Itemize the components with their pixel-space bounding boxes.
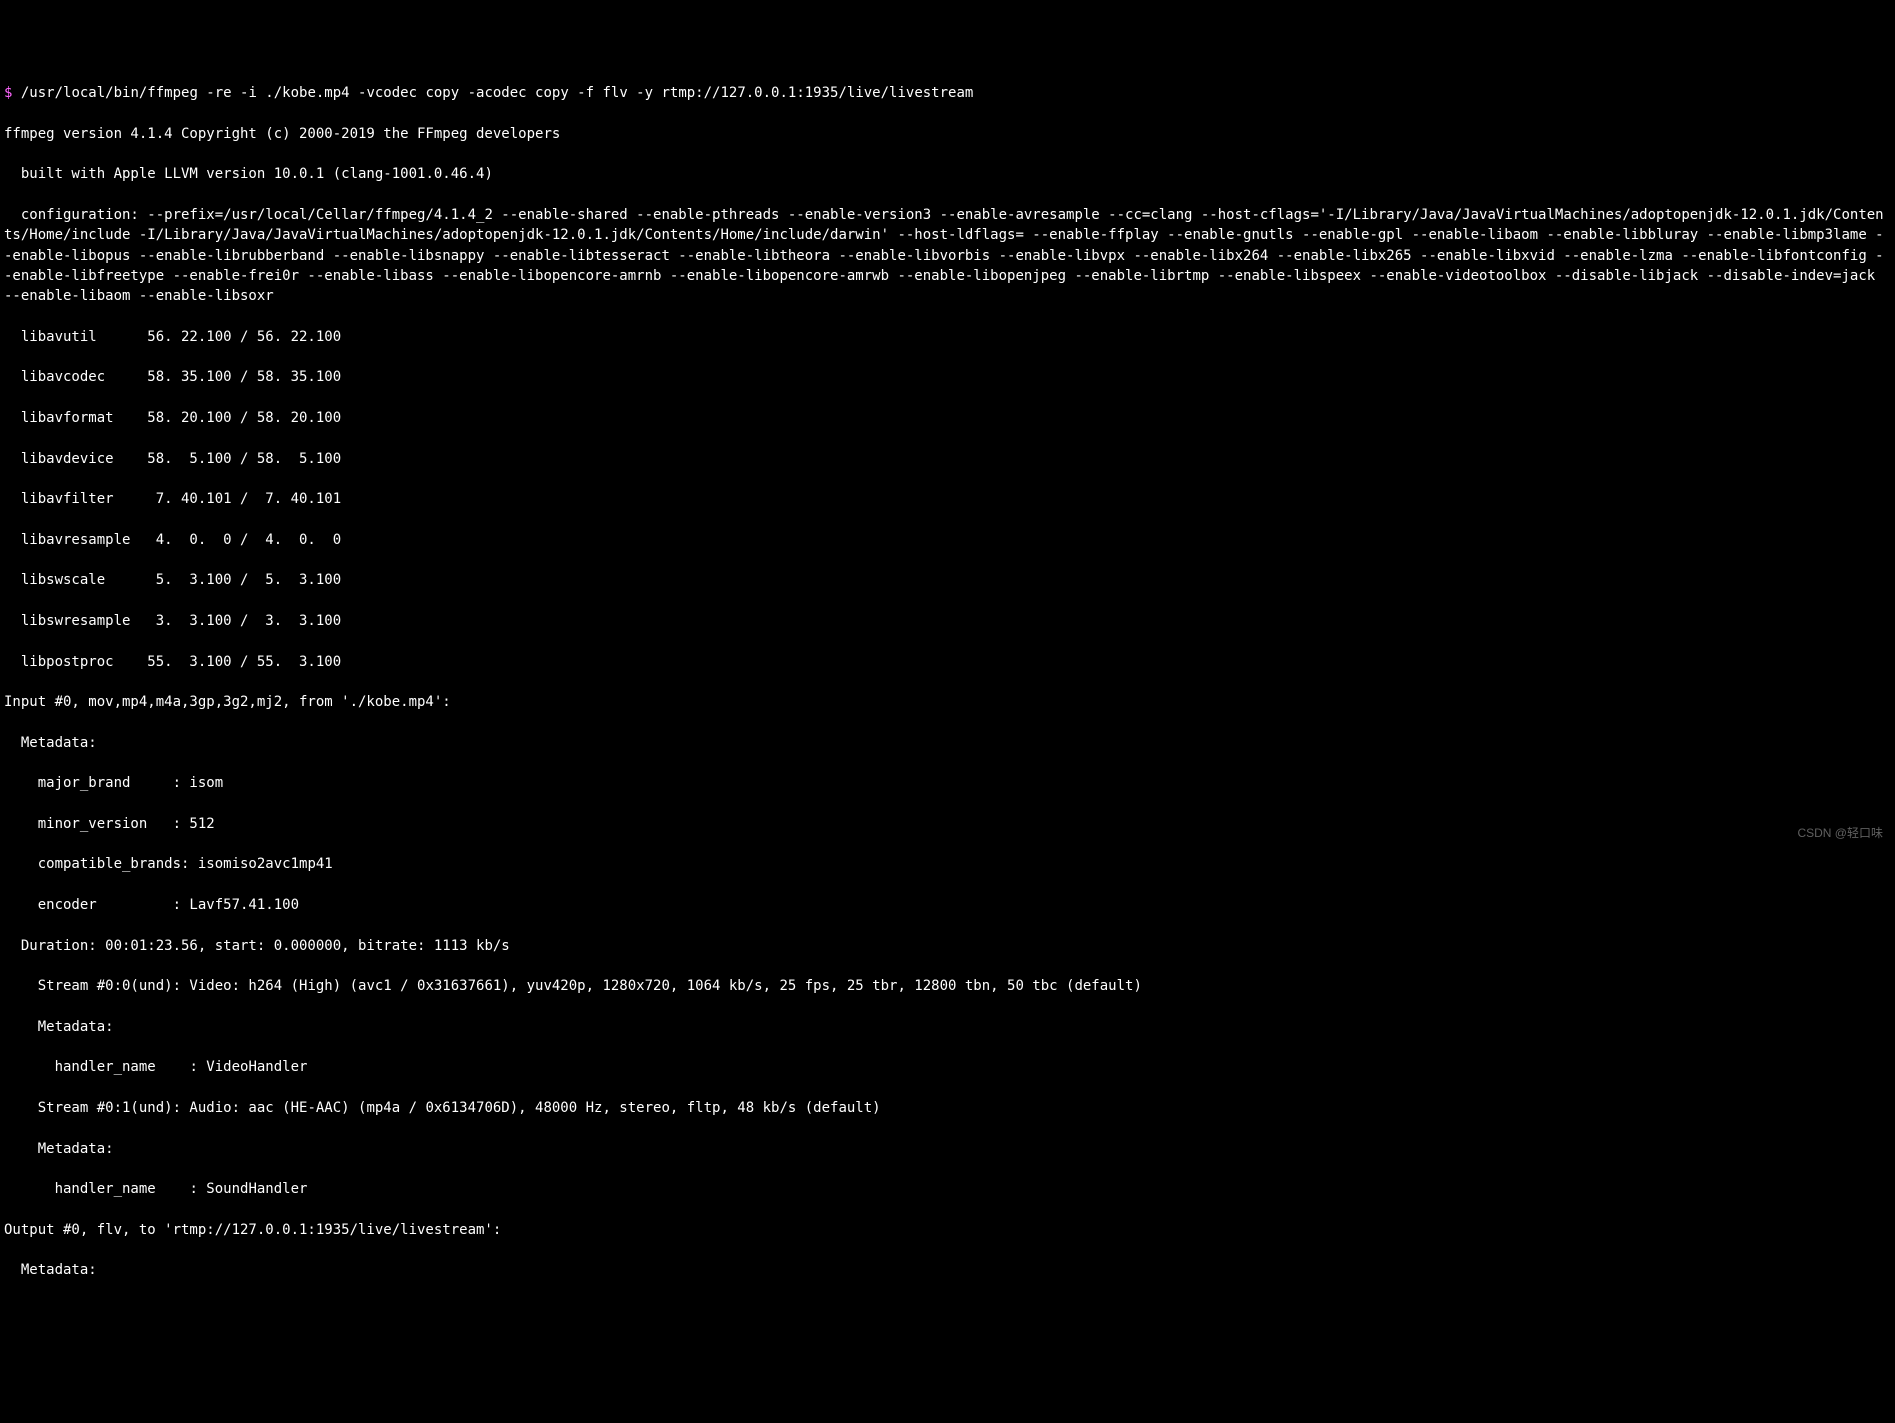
stream-audio-line: Stream #0:1(und): Audio: aac (HE-AAC) (m… [4,1098,1891,1118]
lib-line: libswresample 3. 3.100 / 3. 3.100 [4,611,1891,631]
lib-line: libswscale 5. 3.100 / 5. 3.100 [4,570,1891,590]
input-header: Input #0, mov,mp4,m4a,3gp,3g2,mj2, from … [4,692,1891,712]
metadata-line: major_brand : isom [4,773,1891,793]
stream-meta-line: handler_name : VideoHandler [4,1057,1891,1077]
stream-meta-label: Metadata: [4,1017,1891,1037]
lib-line: libavresample 4. 0. 0 / 4. 0. 0 [4,530,1891,550]
metadata-line: minor_version : 512 [4,814,1891,834]
metadata-line: encoder : Lavf57.41.100 [4,895,1891,915]
duration-line: Duration: 00:01:23.56, start: 0.000000, … [4,936,1891,956]
output-meta-label: Metadata: [4,1260,1891,1280]
prompt-symbol: $ [4,85,12,101]
lib-line: libavformat 58. 20.100 / 58. 20.100 [4,408,1891,428]
metadata-label: Metadata: [4,733,1891,753]
command-line: $ /usr/local/bin/ffmpeg -re -i ./kobe.mp… [4,83,1891,103]
lib-line: libavdevice 58. 5.100 / 58. 5.100 [4,449,1891,469]
output-header: Output #0, flv, to 'rtmp://127.0.0.1:193… [4,1220,1891,1240]
lib-line: libpostproc 55. 3.100 / 55. 3.100 [4,652,1891,672]
version-line: ffmpeg version 4.1.4 Copyright (c) 2000-… [4,124,1891,144]
configuration-line: configuration: --prefix=/usr/local/Cella… [4,205,1891,306]
watermark-text: CSDN @轻口味 [1797,825,1883,842]
lib-line: libavfilter 7. 40.101 / 7. 40.101 [4,489,1891,509]
command-text: /usr/local/bin/ffmpeg -re -i ./kobe.mp4 … [21,85,973,101]
stream-meta-line: handler_name : SoundHandler [4,1179,1891,1199]
built-with-line: built with Apple LLVM version 10.0.1 (cl… [4,164,1891,184]
stream-meta-label: Metadata: [4,1139,1891,1159]
lib-line: libavutil 56. 22.100 / 56. 22.100 [4,327,1891,347]
stream-video-line: Stream #0:0(und): Video: h264 (High) (av… [4,976,1891,996]
metadata-line: compatible_brands: isomiso2avc1mp41 [4,854,1891,874]
lib-line: libavcodec 58. 35.100 / 58. 35.100 [4,367,1891,387]
